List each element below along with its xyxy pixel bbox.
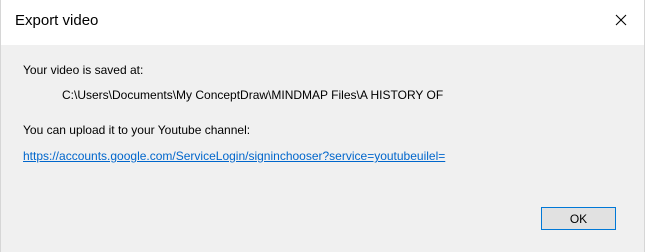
title-bar: Export video bbox=[1, 0, 644, 45]
close-button[interactable] bbox=[598, 0, 644, 40]
ok-button[interactable]: OK bbox=[541, 207, 616, 230]
export-video-dialog: Export video Your video is saved at: C:\… bbox=[0, 0, 645, 252]
saved-label: Your video is saved at: bbox=[23, 63, 144, 77]
saved-path: C:\Users\Documents\My ConceptDraw\MINDMA… bbox=[62, 88, 444, 102]
close-icon bbox=[615, 14, 627, 26]
upload-label: You can upload it to your Youtube channe… bbox=[23, 123, 251, 137]
dialog-content: Your video is saved at: C:\Users\Documen… bbox=[1, 45, 644, 252]
youtube-upload-link[interactable]: https://accounts.google.com/ServiceLogin… bbox=[23, 149, 445, 163]
dialog-title: Export video bbox=[15, 12, 99, 29]
